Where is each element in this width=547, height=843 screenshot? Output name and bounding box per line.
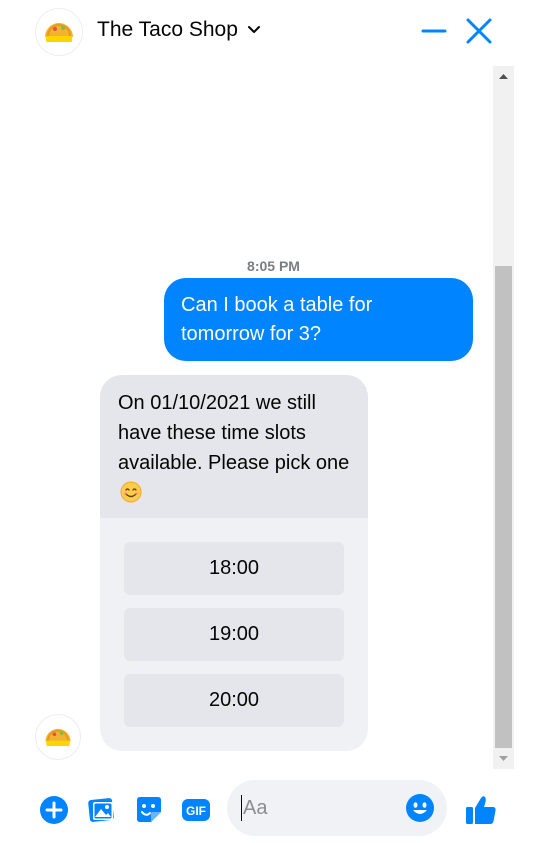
outgoing-message-text: Can I book a table for tomorrow for 3? <box>181 294 373 345</box>
thumbs-up-icon[interactable] <box>463 792 499 828</box>
chevron-down-icon <box>247 26 260 33</box>
svg-text:GIF: GIF <box>186 804 206 818</box>
time-slot-label: 18:00 <box>208 557 260 579</box>
timestamp-text: 8:05 PM <box>247 258 300 274</box>
shop-avatar[interactable] <box>35 8 83 56</box>
incoming-message-text: On 01/10/2021 we still have these time s… <box>118 392 350 474</box>
photo-icon[interactable] <box>86 794 118 826</box>
conversation-title: The Taco Shop <box>97 18 238 41</box>
scroll-down-arrow-icon[interactable] <box>493 748 514 769</box>
incoming-message-bubble[interactable]: On 01/10/2021 we still have these time s… <box>100 375 368 518</box>
gif-icon[interactable]: GIF <box>180 794 212 826</box>
time-slot-button-2000[interactable]: 20:00 <box>124 674 344 727</box>
smiling-face-icon <box>120 481 142 503</box>
message-timestamp: 8:05 PM <box>0 258 547 274</box>
sticker-icon[interactable] <box>133 794 165 826</box>
taco-logo-icon <box>45 728 71 746</box>
time-slot-button-1900[interactable]: 19:00 <box>124 608 344 661</box>
text-caret <box>241 795 242 821</box>
time-slot-button-1800[interactable]: 18:00 <box>124 542 344 595</box>
minimize-icon[interactable] <box>418 14 450 46</box>
time-slot-label: 20:00 <box>208 689 260 711</box>
conversation-title-dropdown[interactable]: The Taco Shop <box>97 18 262 42</box>
message-input[interactable] <box>243 796 383 820</box>
sender-avatar[interactable] <box>35 714 81 760</box>
scroll-up-arrow-icon[interactable] <box>493 66 514 87</box>
scrollbar-thumb[interactable] <box>495 266 512 748</box>
emoji-icon[interactable] <box>405 793 435 823</box>
incoming-message-card: On 01/10/2021 we still have these time s… <box>100 375 368 751</box>
message-composer: GIF <box>0 780 547 840</box>
chat-header: The Taco Shop <box>0 0 547 64</box>
time-slot-list: 18:00 19:00 20:00 <box>100 518 368 727</box>
outgoing-message-bubble[interactable]: Can I book a table for tomorrow for 3? <box>164 278 473 361</box>
time-slot-label: 19:00 <box>208 623 260 645</box>
scrollbar[interactable] <box>493 66 514 769</box>
plus-circle-icon[interactable] <box>38 794 70 826</box>
taco-logo-icon <box>45 23 73 42</box>
message-input-wrapper[interactable] <box>227 780 447 836</box>
close-icon[interactable] <box>462 14 496 48</box>
